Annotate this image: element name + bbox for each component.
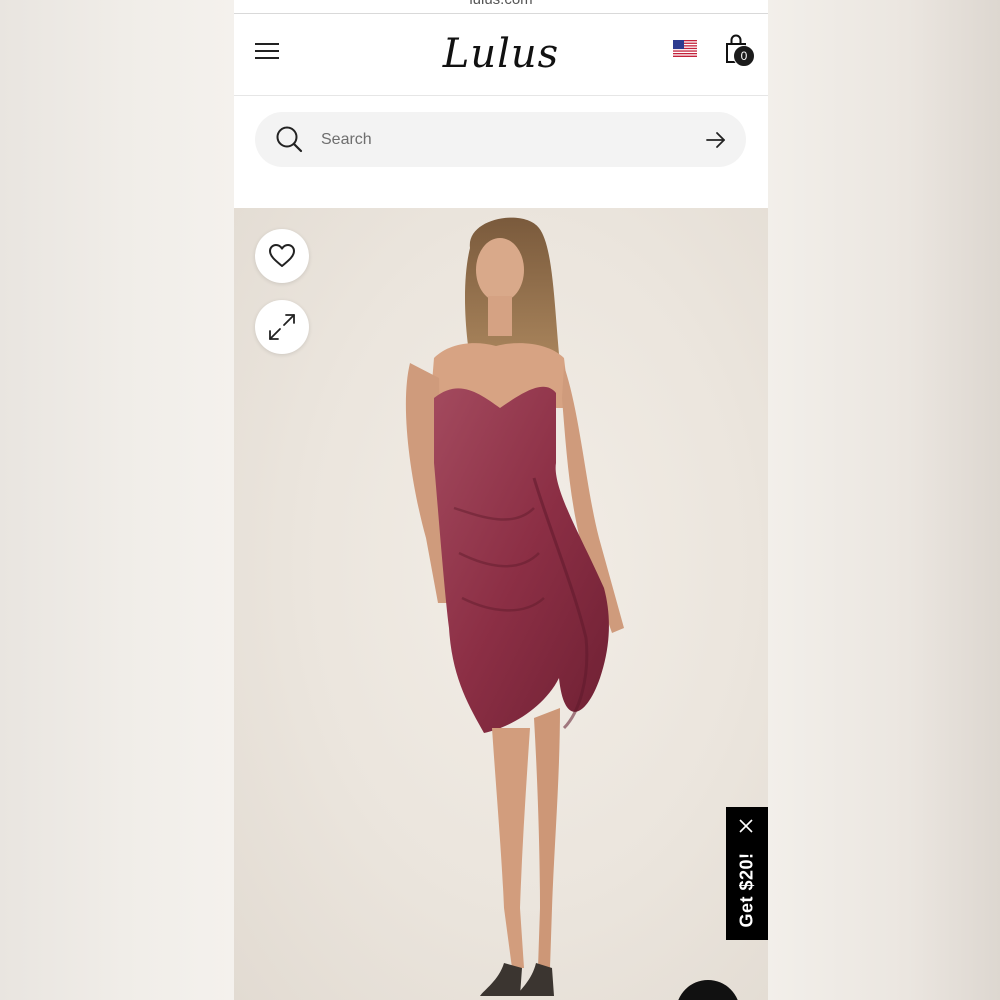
hamburger-menu-icon[interactable]	[255, 41, 281, 61]
background-left	[0, 0, 234, 1000]
url-text: lulus.com	[234, 0, 768, 8]
promo-get-20-tab[interactable]: Get $20!	[726, 807, 768, 940]
arrow-right-icon[interactable]	[705, 130, 727, 150]
browser-url-bar[interactable]: lulus.com	[234, 0, 768, 14]
favorite-button[interactable]	[255, 229, 309, 283]
expand-image-button[interactable]	[255, 300, 309, 354]
search-icon[interactable]	[275, 125, 303, 153]
lulus-logo[interactable]: Lulus	[434, 24, 568, 84]
model-in-dress-image	[405, 217, 624, 996]
search-input[interactable]	[319, 126, 683, 154]
close-icon[interactable]	[739, 819, 753, 833]
site-header: Lulus 0	[234, 14, 768, 96]
us-flag-icon[interactable]	[673, 40, 697, 57]
heart-icon	[269, 244, 295, 267]
cart-count-badge: 0	[733, 45, 755, 67]
background-right	[768, 0, 1000, 1000]
product-image[interactable]	[234, 208, 768, 1000]
expand-icon	[269, 314, 295, 340]
mobile-page: lulus.com Lulus 0	[234, 0, 768, 1000]
promo-label: Get $20!	[736, 852, 757, 928]
search-bar[interactable]	[255, 112, 746, 167]
